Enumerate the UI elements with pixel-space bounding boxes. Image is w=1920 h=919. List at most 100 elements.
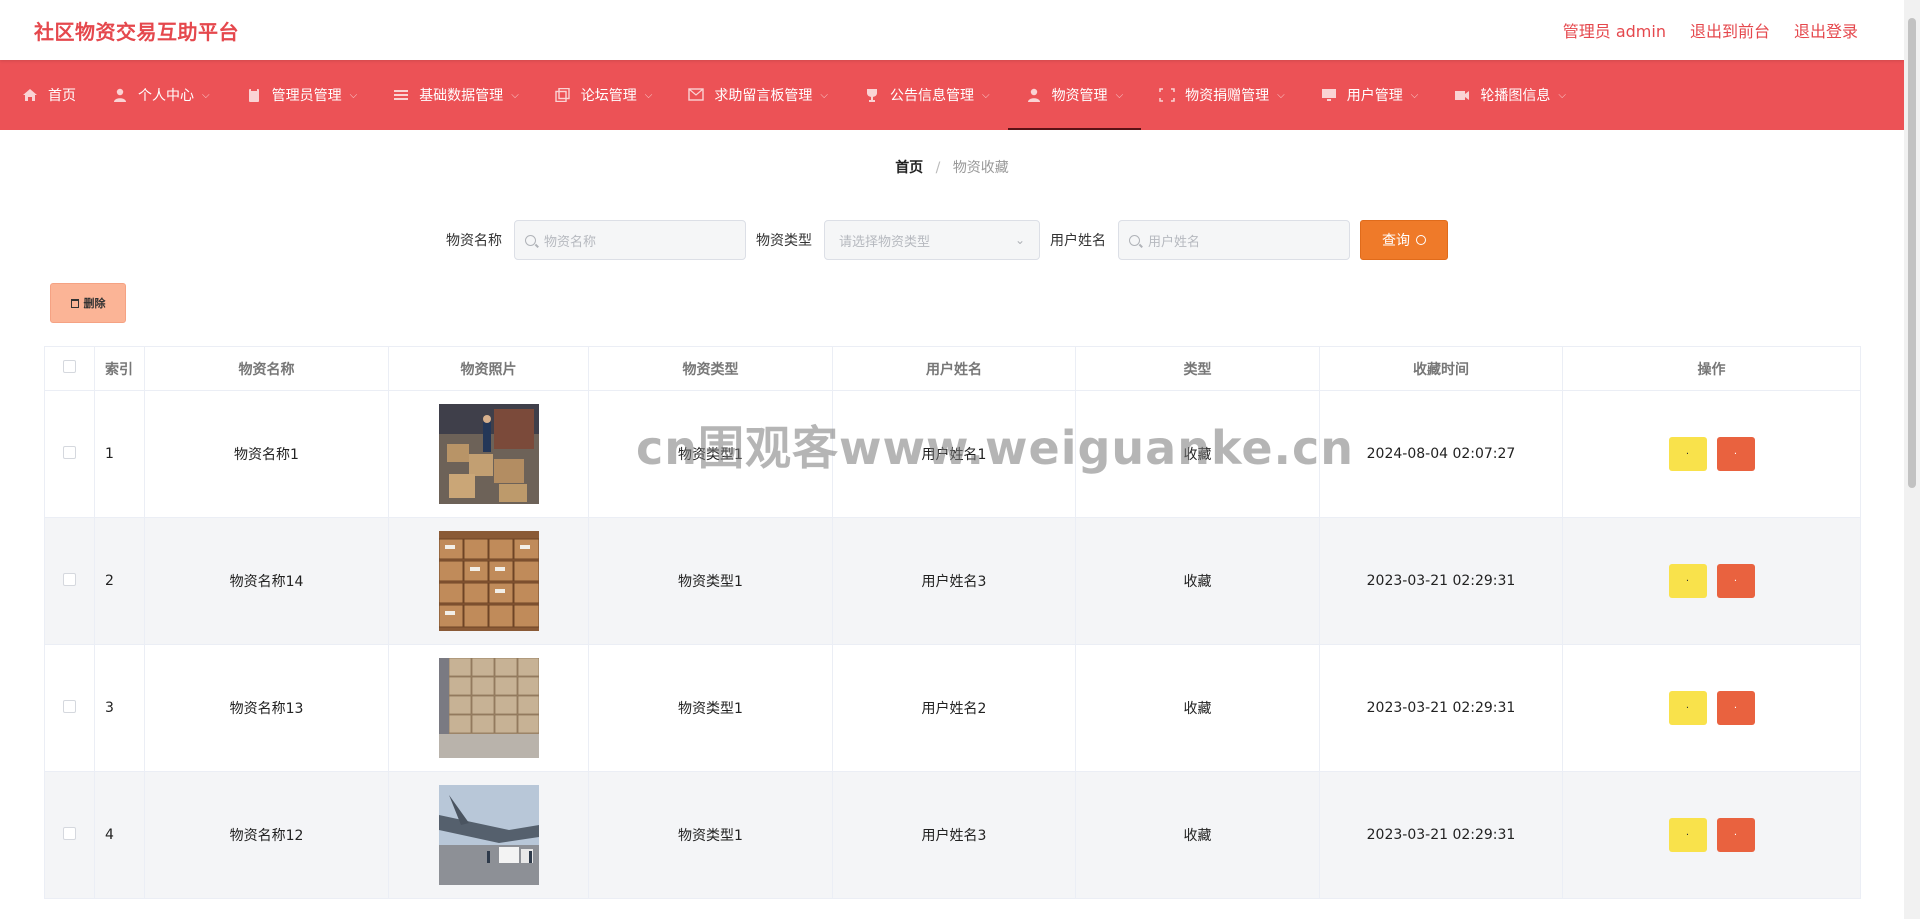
nav-item-personal-center[interactable]: 个人中心 ⌵	[94, 60, 228, 130]
nav-item-material-management[interactable]: 物资管理 ⌵	[1007, 60, 1142, 130]
chevron-down-icon: ⌄	[1014, 233, 1025, 247]
table-row: 3 物资名称13 物资类型1 用户姓名2 收藏 2023-03-21 02:29…	[44, 644, 1861, 772]
admin-user-link[interactable]: 管理员 admin	[1563, 18, 1666, 42]
row-checkbox[interactable]	[63, 445, 76, 459]
photo-cell	[388, 390, 589, 518]
nav-item-admin-management[interactable]: 管理员管理 ⌵	[228, 60, 376, 130]
nav-label: 个人中心	[138, 88, 194, 104]
chevron-down-icon: ⌵	[511, 89, 519, 101]
col-header-time: 收藏时间	[1319, 346, 1563, 391]
user-cell: 用户姓名3	[832, 771, 1076, 899]
breadcrumb-current: 物资收藏	[952, 160, 1009, 176]
search-icon	[1129, 234, 1140, 246]
main-nav: 首页 个人中心 ⌵ 管理员管理 ⌵ 基础数据管理 ⌵ 论坛管理 ⌵ 求助留言板管…	[0, 60, 1904, 130]
delete-button[interactable]: 删除	[50, 283, 126, 323]
nav-label: 公告信息管理	[889, 88, 974, 104]
nav-item-forum[interactable]: 论坛管理 ⌵	[537, 60, 671, 130]
select-all-cell	[44, 346, 95, 391]
person-icon	[1027, 88, 1040, 102]
type-filter-label: 物资类型	[756, 233, 812, 249]
nav-label: 物资捐赠管理	[1185, 88, 1270, 104]
nav-item-user-management[interactable]: 用户管理 ⌵	[1303, 60, 1437, 130]
time-cell: 2023-03-21 02:29:31	[1319, 644, 1563, 772]
chevron-down-icon: ⌵	[202, 89, 210, 101]
index-cell: 2	[94, 517, 145, 645]
time-cell: 2024-08-04 02:07:27	[1319, 390, 1563, 518]
type-select-placeholder: 请选择物资类型	[839, 234, 931, 250]
row-checkbox[interactable]	[63, 699, 76, 713]
row-select-cell	[44, 644, 95, 772]
detail-button[interactable]: ·	[1668, 818, 1707, 852]
breadcrumb-home[interactable]: 首页	[895, 160, 923, 176]
camera-icon	[1455, 91, 1470, 100]
chevron-down-icon: ⌵	[1115, 89, 1124, 101]
search-icon	[525, 234, 536, 246]
nav-item-announcement[interactable]: 公告信息管理 ⌵	[846, 60, 1008, 130]
col-header-photo: 物资照片	[388, 346, 589, 391]
col-header-actions: 操作	[1562, 346, 1861, 391]
time-cell: 2023-03-21 02:29:31	[1319, 517, 1563, 645]
breadcrumb: 首页 / 物资收藏	[0, 157, 1904, 177]
logout-link[interactable]: 退出登录	[1794, 18, 1858, 42]
type-cell: 物资类型1	[588, 390, 833, 518]
chevron-down-icon: ⌵	[349, 89, 358, 101]
name-search-input[interactable]: 物资名称	[514, 220, 746, 260]
copy-icon	[555, 88, 570, 102]
chevron-down-icon: ⌵	[981, 89, 990, 101]
delete-row-button[interactable]: ·	[1716, 818, 1755, 852]
detail-button[interactable]: ·	[1668, 691, 1707, 725]
nav-item-help-board[interactable]: 求助留言板管理 ⌵	[670, 60, 846, 130]
row-checkbox[interactable]	[63, 572, 76, 586]
search-icon	[1416, 235, 1426, 245]
photo-cell	[388, 517, 589, 645]
table-row: 4 物资名称12 物资类型1 用户姓名3 收藏 2023-03-21 02:29…	[44, 771, 1861, 899]
nav-item-carousel[interactable]: 轮播图信息 ⌵	[1436, 60, 1584, 130]
exit-to-front-link[interactable]: 退出到前台	[1690, 18, 1770, 42]
row-select-cell	[44, 517, 95, 645]
detail-button[interactable]: ·	[1668, 437, 1707, 471]
col-header-name: 物资名称	[144, 346, 389, 391]
breadcrumb-separator: /	[935, 160, 941, 176]
delete-row-button[interactable]: ·	[1716, 437, 1755, 471]
type-cell: 物资类型1	[588, 644, 833, 772]
nav-label: 求助留言板管理	[714, 88, 813, 104]
nav-item-home[interactable]: 首页	[4, 60, 94, 130]
search-form: 物资名称 物资名称 物资类型 请选择物资类型 ⌄ 用户姓名 用户姓名 查询	[446, 220, 1448, 260]
name-filter-label: 物资名称	[446, 233, 502, 249]
row-checkbox[interactable]	[63, 826, 76, 840]
type-select[interactable]: 请选择物资类型 ⌄	[824, 220, 1040, 260]
time-cell: 2023-03-21 02:29:31	[1319, 771, 1563, 899]
delete-row-button[interactable]: ·	[1716, 691, 1755, 725]
index-cell: 1	[94, 390, 145, 518]
chevron-down-icon: ⌵	[1410, 89, 1419, 101]
name-cell: 物资名称13	[144, 644, 389, 772]
name-cell: 物资名称12	[144, 771, 389, 899]
actions-cell: · ·	[1562, 771, 1861, 899]
row-select-cell	[44, 390, 95, 518]
nav-item-donation[interactable]: 物资捐赠管理 ⌵	[1141, 60, 1303, 130]
name-cell: 物资名称1	[144, 390, 389, 518]
nav-label: 管理员管理	[271, 88, 342, 104]
query-button-label: 查询	[1382, 233, 1410, 249]
nav-label: 轮播图信息	[1480, 88, 1551, 104]
kind-cell: 收藏	[1075, 517, 1320, 645]
query-button[interactable]: 查询	[1360, 220, 1448, 260]
index-cell: 4	[94, 771, 145, 899]
vertical-scrollbar[interactable]	[1904, 0, 1920, 919]
user-cell: 用户姓名2	[832, 644, 1076, 772]
scrollbar-thumb[interactable]	[1908, 18, 1916, 488]
nav-label: 物资管理	[1051, 88, 1108, 104]
chevron-down-icon: ⌵	[820, 89, 828, 101]
trash-icon	[70, 298, 79, 308]
material-photo	[438, 785, 539, 885]
delete-row-button[interactable]: ·	[1716, 564, 1755, 598]
user-search-input[interactable]: 用户姓名	[1118, 220, 1350, 260]
nav-item-basic-data[interactable]: 基础数据管理 ⌵	[375, 60, 537, 130]
actions-cell: · ·	[1562, 517, 1861, 645]
select-all-checkbox[interactable]	[63, 360, 76, 373]
index-cell: 3	[94, 644, 145, 772]
clipboard-icon	[248, 88, 259, 102]
col-header-user: 用户姓名	[832, 346, 1076, 391]
detail-button[interactable]: ·	[1668, 564, 1707, 598]
kind-cell: 收藏	[1075, 644, 1320, 772]
